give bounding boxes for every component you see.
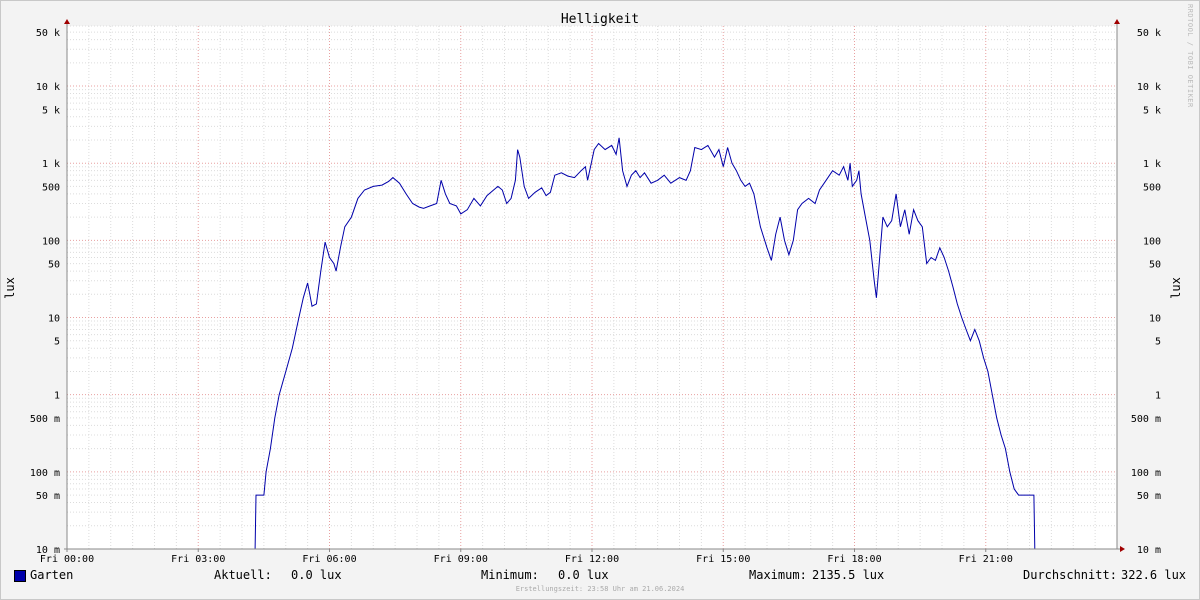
legend-min-label: Minimum: [481, 568, 539, 582]
y-tick-label-left: 10 m [36, 545, 60, 556]
y-tick-label-right: 50 m [1137, 491, 1161, 502]
y-tick-label-left: 5 k [42, 105, 60, 116]
chart-title: Helligkeit [561, 12, 639, 27]
y-tick-label-left: 500 m [30, 414, 60, 425]
y-tick-label-left: 50 k [36, 28, 60, 39]
y-axis-arrow-left [64, 19, 70, 24]
x-tick-label: Fri 03:00 [171, 554, 225, 565]
y-tick-label-right: 5 [1155, 337, 1161, 348]
x-tick-label: Fri 21:00 [959, 554, 1013, 565]
x-axis-arrow [1120, 546, 1125, 552]
y-tick-label-left: 50 m [36, 491, 60, 502]
y-axis-label-right: lux [1169, 277, 1183, 299]
legend-swatch-garten [14, 570, 26, 582]
y-tick-label-left: 100 m [30, 468, 60, 479]
y-tick-label-left: 10 [48, 314, 60, 325]
legend-avg-value: 322.6 lux [1121, 568, 1187, 582]
legend-avg-label: Durchschnitt: [1023, 568, 1117, 582]
legend-current-value: 0.0 lux [291, 568, 342, 582]
y-tick-label-right: 10 [1149, 314, 1161, 325]
y-tick-label-left: 1 k [42, 159, 60, 170]
y-tick-label-right: 5 k [1143, 105, 1161, 116]
x-tick-label: Fri 15:00 [696, 554, 750, 565]
y-tick-label-right: 10 k [1137, 82, 1161, 93]
legend-current-label: Aktuell: [214, 568, 272, 582]
rrdtool-watermark: RRDTOOL / TOBI OETIKER [1186, 4, 1194, 108]
y-tick-label-right: 100 m [1131, 468, 1161, 479]
y-tick-label-left: 1 [54, 391, 60, 402]
y-tick-label-right: 500 m [1131, 414, 1161, 425]
y-axis-label-left: lux [3, 277, 17, 299]
legend-max-label: Maximum: [749, 568, 807, 582]
x-tick-label: Fri 18:00 [827, 554, 881, 565]
x-tick-label: Fri 06:00 [302, 554, 356, 565]
y-tick-label-right: 1 k [1143, 159, 1161, 170]
y-tick-label-right: 10 m [1137, 545, 1161, 556]
y-tick-label-right: 50 [1149, 260, 1161, 271]
y-tick-label-right: 50 k [1137, 28, 1161, 39]
y-tick-label-right: 500 [1143, 182, 1161, 193]
y-tick-label-right: 1 [1155, 391, 1161, 402]
x-tick-label: Fri 09:00 [434, 554, 488, 565]
y-tick-label-left: 50 [48, 260, 60, 271]
chart-svg: Fri 00:00 Fri 03:00 Fri 06:00 Fri 09:00 Fri … [3, 12, 1183, 565]
footer-timestamp: Erstellungszeit: 23:58 Uhr am 21.06.2024 [515, 585, 685, 593]
x-tick-label: Fri 12:00 [565, 554, 619, 565]
legend-min-value: 0.0 lux [558, 568, 609, 582]
y-tick-label-left: 100 [42, 236, 60, 247]
y-axis-arrow-right [1114, 19, 1120, 24]
y-tick-label-left: 500 [42, 182, 60, 193]
legend-series-name: Garten [30, 568, 74, 582]
y-tick-label-left: 5 [54, 337, 60, 348]
legend-max-value: 2135.5 lux [812, 568, 885, 582]
y-tick-label-right: 100 [1143, 236, 1161, 247]
y-tick-label-left: 10 k [36, 82, 60, 93]
